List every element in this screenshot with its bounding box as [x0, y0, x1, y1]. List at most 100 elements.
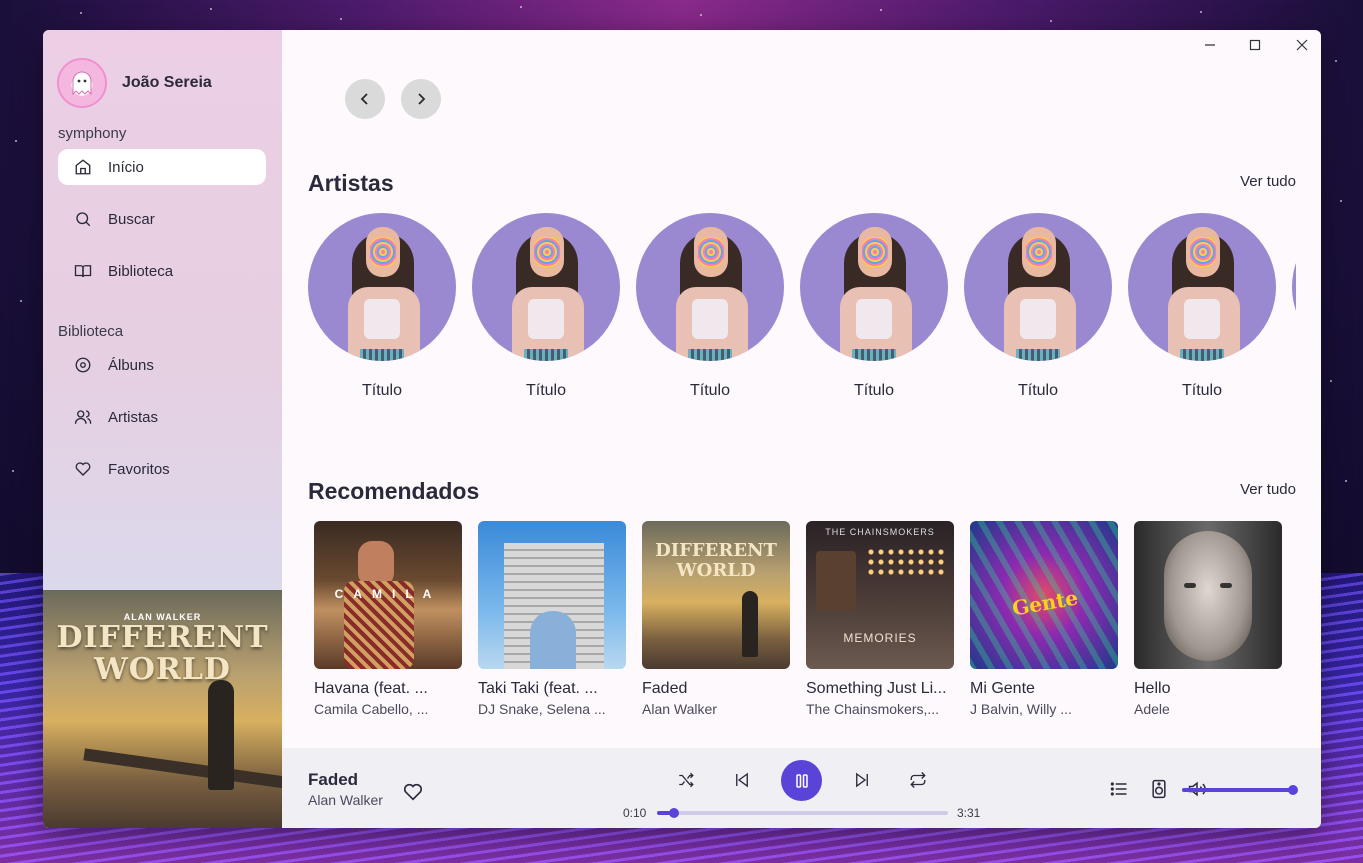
album-artist: Camila Cabello, ... [314, 701, 429, 717]
artist-name: Título [1181, 382, 1222, 399]
album-title: Mi Gente [970, 680, 1035, 697]
sidebar-item-label: Artistas [108, 408, 159, 426]
artists-see-all-link[interactable]: Ver tudo [1240, 173, 1296, 190]
app-label: symphony [58, 125, 127, 142]
home-icon [75, 159, 91, 175]
queue-button[interactable] [1108, 778, 1130, 800]
sidebar-item-home[interactable]: Início [58, 149, 266, 185]
main-content: Artistas Ver tudo Título Título Título T… [282, 30, 1321, 748]
sidebar-item-search[interactable]: Buscar [58, 201, 266, 237]
now-playing-artist[interactable]: Alan Walker [308, 792, 383, 808]
album-card[interactable]: Gente Mi Gente J Balvin, Willy ... [970, 521, 1118, 717]
like-button[interactable] [402, 780, 424, 804]
skip-forward-icon [856, 772, 868, 788]
artist-card[interactable]: Título [636, 213, 784, 400]
artist-name: Título [1017, 382, 1058, 399]
maximize-button[interactable] [1245, 35, 1265, 55]
total-duration: 3:31 [957, 806, 981, 820]
album-artist: The Chainsmokers,... [806, 701, 940, 717]
shuffle-button[interactable] [676, 770, 696, 790]
player-bar: Faded Alan Walker 0:10 3:31 [282, 748, 1321, 828]
album-card[interactable]: THE CHAINSMOKERS MEMORIES Something Just… [806, 521, 954, 717]
artist-card[interactable]: Título [964, 213, 1112, 400]
artist-image [308, 213, 456, 361]
artist-card-partial [1292, 213, 1296, 361]
avatar[interactable] [57, 58, 107, 108]
progress-bar[interactable] [657, 808, 948, 818]
album-title: Something Just Li... [806, 680, 947, 697]
album-title: Havana (feat. ... [314, 680, 428, 697]
repeat-button[interactable] [908, 770, 928, 790]
sidebar-item-albums[interactable]: Álbuns [58, 347, 266, 383]
album-title: Hello [1134, 680, 1171, 697]
artist-card[interactable]: Título [308, 213, 456, 400]
user-name: João Sereia [122, 74, 212, 91]
speaker-device-icon [1152, 779, 1166, 799]
artist-name: Título [361, 382, 402, 399]
sidebar-item-favorites[interactable]: Favoritos [58, 451, 266, 487]
volume-handle[interactable] [1288, 785, 1298, 795]
album-card[interactable]: CAMILA Havana (feat. ... Camila Cabello,… [314, 521, 462, 717]
progress-handle[interactable] [669, 808, 680, 818]
album-card[interactable]: DIFFERENT WORLD Faded Alan Walker [642, 521, 790, 717]
artist-image [472, 213, 620, 361]
chevron-right-icon [418, 93, 426, 105]
artist-card[interactable]: Título [800, 213, 948, 400]
sidebar: João Sereia symphony Início Buscar Bibli… [43, 30, 282, 828]
album-cover: DIFFERENT WORLD [642, 521, 790, 669]
album-cover: CAMILA [314, 521, 462, 669]
sidebar-item-artists[interactable]: Artistas [58, 399, 266, 435]
artist-card[interactable]: Título [472, 213, 620, 400]
chevron-left-icon [360, 93, 368, 105]
artist-card[interactable]: Título [1128, 213, 1276, 400]
sidebar-item-library[interactable]: Biblioteca [58, 253, 266, 289]
user-profile[interactable]: João Sereia [57, 58, 212, 108]
album-artist: J Balvin, Willy ... [970, 701, 1072, 717]
album-cover: Gente [970, 521, 1118, 669]
album-card[interactable]: Hello Adele [1134, 521, 1282, 717]
back-button[interactable] [345, 79, 385, 119]
close-icon [1296, 39, 1308, 51]
recommended-see-all-link[interactable]: Ver tudo [1240, 481, 1296, 498]
disc-icon [75, 357, 91, 373]
ghost-icon [72, 71, 92, 96]
artist-image [636, 213, 784, 361]
cover-ledge [83, 748, 282, 794]
sidebar-item-label: Biblioteca [108, 262, 174, 280]
app-window: João Sereia symphony Início Buscar Bibli… [43, 30, 1321, 828]
forward-button[interactable] [401, 79, 441, 119]
previous-button[interactable] [732, 770, 752, 790]
cover-figure [208, 680, 234, 790]
artist-name: Título [853, 382, 894, 399]
play-pause-button[interactable] [781, 760, 822, 801]
list-icon [1110, 782, 1127, 796]
search-icon [76, 212, 91, 227]
artist-image [964, 213, 1112, 361]
book-icon [74, 265, 92, 278]
shuffle-icon [679, 772, 694, 788]
album-cover [478, 521, 626, 669]
album-cover [1134, 521, 1282, 669]
album-card[interactable]: Taki Taki (feat. ... DJ Snake, Selena ..… [478, 521, 626, 717]
album-title: Taki Taki (feat. ... [478, 680, 598, 697]
heart-icon [75, 462, 91, 476]
artist-image [800, 213, 948, 361]
now-playing-title[interactable]: Faded [308, 770, 358, 790]
minimize-icon [1205, 44, 1215, 46]
device-button[interactable] [1148, 778, 1170, 800]
library-section-label: Biblioteca [58, 323, 124, 340]
sidebar-item-label: Álbuns [108, 356, 154, 374]
maximize-icon [1249, 39, 1261, 51]
minimize-button[interactable] [1200, 35, 1220, 55]
sidebar-item-label: Buscar [108, 210, 155, 228]
close-button[interactable] [1292, 35, 1312, 55]
next-button[interactable] [852, 770, 872, 790]
skip-back-icon [736, 772, 748, 788]
volume-slider[interactable] [1182, 785, 1298, 795]
artist-name: Título [525, 382, 566, 399]
album-title: Faded [642, 680, 688, 697]
sidebar-item-label: Início [108, 158, 144, 176]
now-playing-cover[interactable]: ALAN WALKER DIFFERENT WORLD [43, 590, 282, 828]
album-artist: Alan Walker [642, 701, 717, 717]
sidebar-item-label: Favoritos [108, 460, 170, 478]
